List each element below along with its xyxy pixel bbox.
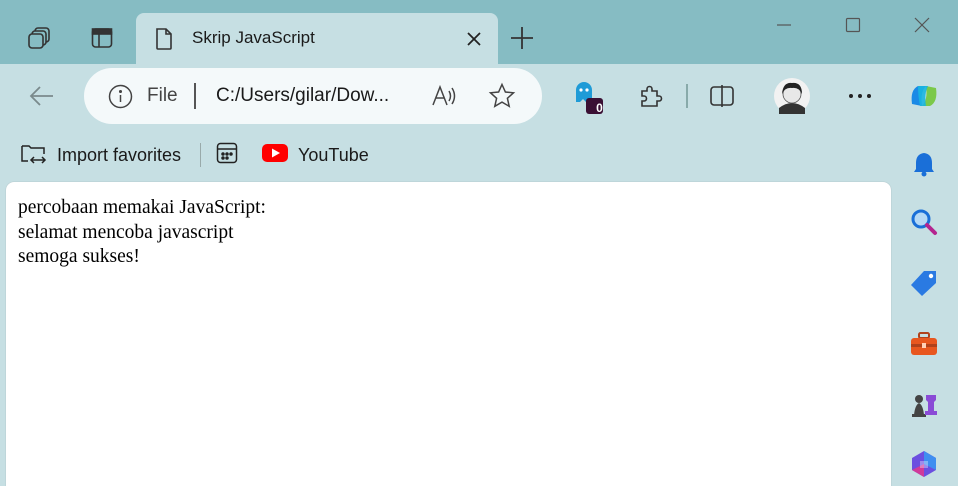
app-calendar-icon — [215, 141, 239, 170]
info-icon[interactable] — [108, 84, 133, 114]
page-icon — [154, 27, 174, 56]
back-button[interactable] — [22, 78, 62, 114]
address-bar[interactable]: File C:/Users/gilar/Dow... — [84, 68, 542, 124]
tab-actions-icon[interactable] — [84, 20, 120, 56]
extensions-puzzle-icon[interactable] — [630, 78, 670, 114]
extension-badge-count: 0 — [596, 101, 603, 115]
page-body: percobaan memakai JavaScript: selamat me… — [18, 196, 266, 270]
avatar[interactable] — [772, 78, 812, 114]
favorites-divider — [200, 143, 201, 167]
shopping-tag-icon[interactable] — [906, 265, 942, 301]
microsoft-365-icon[interactable] — [906, 446, 942, 482]
minimize-button[interactable] — [764, 10, 804, 40]
read-aloud-icon[interactable] — [430, 82, 458, 115]
tab-title: Skrip JavaScript — [192, 28, 315, 47]
close-icon[interactable] — [462, 27, 486, 51]
new-tab-button[interactable] — [508, 24, 536, 57]
page-line: semoga sukses! — [18, 246, 140, 267]
close-window-button[interactable] — [902, 10, 942, 40]
title-bar: Skrip JavaScript — [0, 0, 958, 65]
import-favorites-label: Import favorites — [57, 144, 182, 165]
more-options-icon[interactable] — [840, 78, 880, 114]
ghostery-extension-icon[interactable]: 0 — [566, 78, 606, 115]
split-screen-icon[interactable] — [702, 78, 742, 114]
tab-active[interactable]: Skrip JavaScript — [136, 13, 498, 65]
workspaces-icon[interactable] — [21, 20, 57, 56]
favorite-youtube[interactable]: YouTube — [262, 140, 369, 170]
url-text[interactable]: C:/Users/gilar/Dow... — [216, 85, 389, 107]
youtube-label: YouTube — [298, 144, 369, 165]
toolbar-divider — [686, 84, 688, 108]
import-folder-icon — [20, 141, 47, 170]
address-divider — [194, 83, 196, 109]
page-viewport: percobaan memakai JavaScript: selamat me… — [6, 182, 891, 486]
notifications-bell-icon[interactable] — [906, 146, 942, 182]
page-line: percobaan memakai JavaScript: — [18, 197, 266, 218]
maximize-button[interactable] — [833, 10, 873, 40]
youtube-icon — [262, 143, 288, 167]
tools-briefcase-icon[interactable] — [906, 326, 942, 362]
scheme-label: File — [147, 85, 178, 106]
import-favorites-button[interactable]: Import favorites — [20, 140, 181, 170]
favorite-star-icon[interactable] — [488, 82, 516, 115]
page-line: selamat mencoba javascript — [18, 221, 234, 243]
app-launcher-button[interactable] — [215, 140, 239, 170]
copilot-icon[interactable] — [904, 78, 944, 114]
games-chess-icon[interactable] — [906, 386, 942, 422]
search-icon[interactable] — [906, 204, 942, 240]
